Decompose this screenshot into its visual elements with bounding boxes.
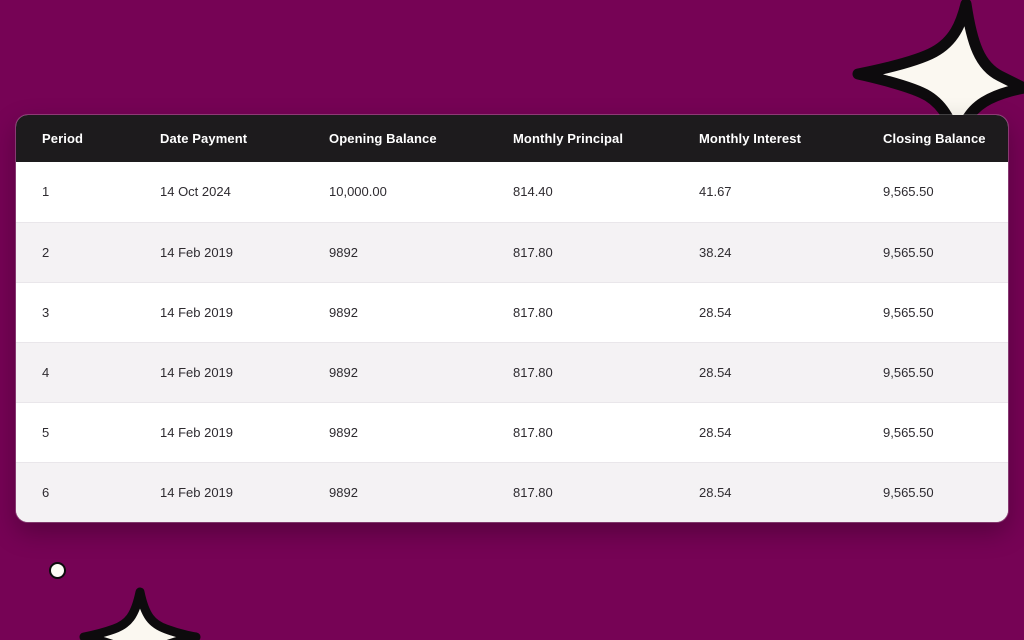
cell-closing: 9,565.50: [857, 281, 1008, 342]
cell-interest: 38.24: [673, 221, 857, 282]
column-header-monthly-interest[interactable]: Monthly Interest: [673, 115, 857, 162]
table-header: Period Date Payment Opening Balance Mont…: [16, 115, 1008, 162]
cell-opening: 9892: [303, 401, 487, 462]
cell-principal: 817.80: [487, 341, 673, 402]
table-row[interactable]: 6 14 Feb 2019 9892 817.80 28.54 9,565.50: [16, 461, 1008, 522]
cell-principal-value: 817.80: [513, 244, 553, 260]
cell-period-value: 5: [42, 424, 50, 440]
cell-closing-value: 9,565.50: [883, 424, 934, 440]
cell-interest-value: 28.54: [699, 364, 732, 380]
four-point-star-icon: [79, 587, 201, 640]
cell-date: 14 Oct 2024: [134, 162, 303, 222]
cell-date-value: 14 Oct 2024: [160, 184, 231, 200]
cell-opening-value: 9892: [329, 484, 358, 500]
cell-principal-value: 817.80: [513, 304, 553, 320]
cell-closing: 9,565.50: [857, 401, 1008, 462]
column-header-period[interactable]: Period: [16, 115, 134, 162]
cell-date: 14 Feb 2019: [134, 401, 303, 462]
cell-interest: 28.54: [673, 461, 857, 522]
cell-principal-value: 817.80: [513, 424, 553, 440]
cell-period: 1: [16, 162, 134, 222]
cell-date-value: 14 Feb 2019: [160, 484, 234, 500]
cell-principal: 814.40: [487, 162, 673, 222]
cell-principal: 817.80: [487, 461, 673, 522]
cell-interest-value: 28.54: [699, 484, 732, 500]
column-header-opening-balance[interactable]: Opening Balance: [303, 115, 487, 162]
cell-date-value: 14 Feb 2019: [160, 304, 234, 320]
cell-date: 14 Feb 2019: [134, 281, 303, 342]
table-row[interactable]: 3 14 Feb 2019 9892 817.80 28.54 9,565.50: [16, 281, 1008, 342]
amortization-table: Period Date Payment Opening Balance Mont…: [16, 115, 1008, 522]
cell-date: 14 Feb 2019: [134, 461, 303, 522]
cell-interest-value: 28.54: [699, 304, 732, 320]
cell-opening: 9892: [303, 341, 487, 402]
cell-closing-value: 9,565.50: [883, 184, 934, 200]
column-header-monthly-principal[interactable]: Monthly Principal: [487, 115, 673, 162]
cell-opening-value: 9892: [329, 364, 358, 380]
cell-period-value: 4: [42, 364, 50, 380]
cell-closing: 9,565.50: [857, 221, 1008, 282]
column-header-date-payment[interactable]: Date Payment: [134, 115, 303, 162]
cell-interest: 28.54: [673, 401, 857, 462]
cell-date: 14 Feb 2019: [134, 341, 303, 402]
cell-interest-value: 28.54: [699, 424, 732, 440]
cell-period-value: 3: [42, 304, 50, 320]
table-body: 1 14 Oct 2024 10,000.00 814.40 41.67 9,5…: [16, 162, 1008, 522]
cell-date: 14 Feb 2019: [134, 221, 303, 282]
column-header-closing-balance[interactable]: Closing Balance: [857, 115, 1008, 162]
cell-interest: 41.67: [673, 162, 857, 222]
cell-period-value: 2: [42, 244, 50, 260]
cell-date-value: 14 Feb 2019: [160, 424, 234, 440]
table-row[interactable]: 1 14 Oct 2024 10,000.00 814.40 41.67 9,5…: [16, 162, 1008, 222]
column-header-opening-balance-label: Opening Balance: [329, 131, 437, 146]
cell-principal: 817.80: [487, 401, 673, 462]
amortization-table-card: Period Date Payment Opening Balance Mont…: [16, 115, 1008, 522]
cell-opening-value: 9892: [329, 424, 358, 440]
table-row[interactable]: 4 14 Feb 2019 9892 817.80 28.54 9,565.50: [16, 341, 1008, 402]
cell-date-value: 14 Feb 2019: [160, 244, 234, 260]
column-header-monthly-interest-label: Monthly Interest: [699, 131, 801, 146]
cell-period: 5: [16, 401, 134, 462]
column-header-monthly-principal-label: Monthly Principal: [513, 131, 624, 146]
cell-interest: 28.54: [673, 281, 857, 342]
cell-period-value: 1: [42, 184, 50, 200]
table-header-row: Period Date Payment Opening Balance Mont…: [16, 115, 1008, 162]
cell-period: 3: [16, 281, 134, 342]
table-row[interactable]: 5 14 Feb 2019 9892 817.80 28.54 9,565.50: [16, 401, 1008, 462]
cell-closing: 9,565.50: [857, 461, 1008, 522]
column-header-period-label: Period: [42, 131, 84, 146]
cell-principal-value: 814.40: [513, 184, 553, 200]
cell-closing: 9,565.50: [857, 341, 1008, 402]
cell-principal: 817.80: [487, 221, 673, 282]
table-row[interactable]: 2 14 Feb 2019 9892 817.80 38.24 9,565.50: [16, 221, 1008, 282]
cell-principal-value: 817.80: [513, 364, 553, 380]
cell-opening-value: 10,000.00: [329, 184, 387, 200]
cell-principal-value: 817.80: [513, 484, 553, 500]
cell-period: 4: [16, 341, 134, 402]
cell-interest: 28.54: [673, 341, 857, 402]
cell-principal: 817.80: [487, 281, 673, 342]
cell-opening: 10,000.00: [303, 162, 487, 222]
cell-opening: 9892: [303, 461, 487, 522]
cell-period: 2: [16, 221, 134, 282]
cell-opening: 9892: [303, 221, 487, 282]
cell-opening: 9892: [303, 281, 487, 342]
cell-period: 6: [16, 461, 134, 522]
cell-closing-value: 9,565.50: [883, 484, 934, 500]
cell-closing: 9,565.50: [857, 162, 1008, 222]
column-header-closing-balance-label: Closing Balance: [883, 131, 986, 146]
cell-opening-value: 9892: [329, 244, 358, 260]
cell-date-value: 14 Feb 2019: [160, 364, 234, 380]
cell-opening-value: 9892: [329, 304, 358, 320]
cell-interest-value: 41.67: [699, 184, 732, 200]
circle-dot-icon: [49, 562, 66, 579]
cell-closing-value: 9,565.50: [883, 304, 934, 320]
cell-closing-value: 9,565.50: [883, 364, 934, 380]
cell-period-value: 6: [42, 484, 50, 500]
column-header-date-payment-label: Date Payment: [160, 131, 248, 146]
cell-closing-value: 9,565.50: [883, 244, 934, 260]
cell-interest-value: 38.24: [699, 244, 732, 260]
